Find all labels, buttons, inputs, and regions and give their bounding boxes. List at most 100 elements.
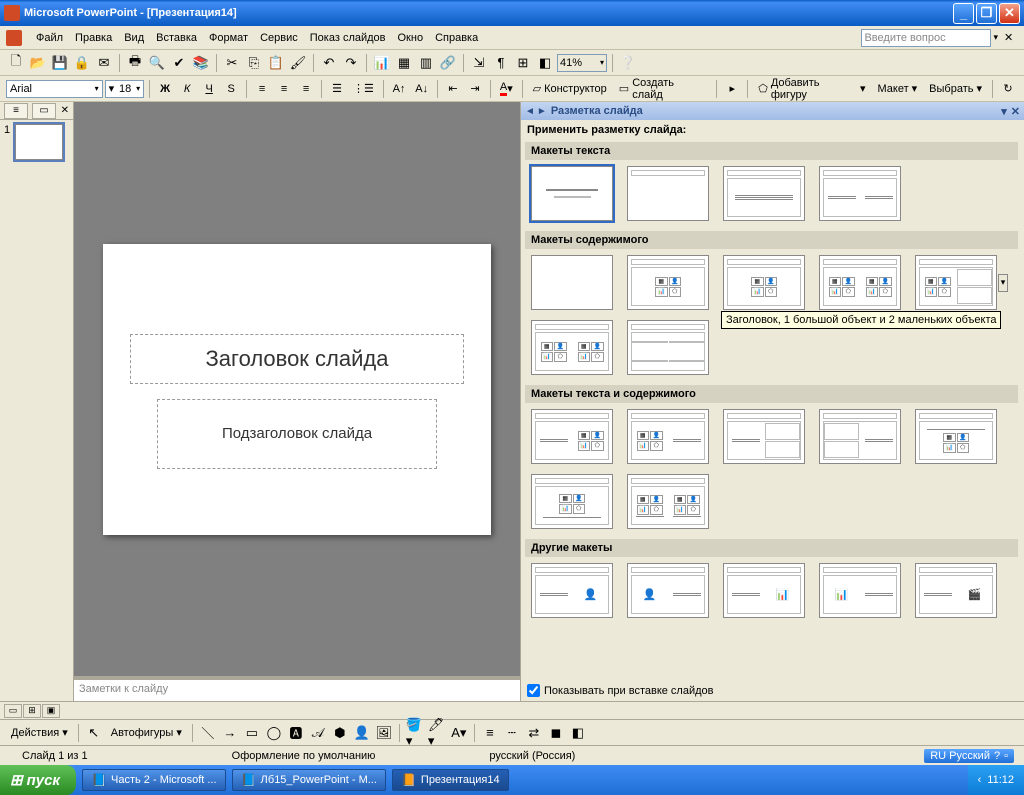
preview-icon[interactable]: 🔍 bbox=[147, 53, 167, 73]
layout-title-content[interactable]: ▦👤📊⬠ bbox=[723, 255, 805, 310]
mdi-close-button[interactable]: ✕ bbox=[1004, 31, 1018, 45]
zoom-combo[interactable]: 41%▾ bbox=[557, 54, 607, 72]
system-tray[interactable]: ‹ 11:12 bbox=[968, 765, 1024, 795]
font-color-icon[interactable]: A▾ bbox=[496, 79, 517, 99]
permission-icon[interactable]: 🔒 bbox=[72, 53, 92, 73]
layout-title-slide[interactable] bbox=[531, 166, 613, 221]
wordart-icon[interactable]: 𝒜 bbox=[308, 723, 328, 743]
task-word2[interactable]: 📘Лб15_PowerPoint - M... bbox=[232, 769, 386, 791]
help-search-input[interactable] bbox=[861, 29, 991, 47]
title-placeholder[interactable]: Заголовок слайда bbox=[130, 334, 464, 384]
layout-tc-3[interactable] bbox=[723, 409, 805, 464]
designer-button[interactable]: ▱ Конструктор bbox=[528, 79, 612, 99]
menu-tools[interactable]: Сервис bbox=[254, 30, 304, 46]
spell-icon[interactable]: ✔ bbox=[169, 53, 189, 73]
copy-icon[interactable]: ⎘ bbox=[244, 53, 264, 73]
font-combo[interactable]: Arial▾ bbox=[6, 80, 103, 98]
layout-tc-2[interactable]: ▦👤📊⬠ bbox=[627, 409, 709, 464]
chart-icon[interactable]: 📊 bbox=[372, 53, 392, 73]
line-icon[interactable]: ＼ bbox=[198, 723, 218, 743]
task-powerpoint[interactable]: 📙Презентация14 bbox=[392, 769, 509, 791]
layout-2content[interactable]: ▦👤📊⬠▦👤📊⬠ bbox=[819, 255, 901, 310]
menu-help[interactable]: Справка bbox=[429, 30, 484, 46]
show-formatting-icon[interactable]: ¶ bbox=[491, 53, 511, 73]
pane-close-icon[interactable]: ✕ bbox=[1011, 105, 1020, 118]
shadow-style-icon[interactable]: ◼ bbox=[546, 723, 566, 743]
close-tabs-icon[interactable]: ✕ bbox=[61, 105, 69, 116]
subtitle-placeholder[interactable]: Подзаголовок слайда bbox=[157, 399, 437, 469]
align-right-icon[interactable]: ≡ bbox=[296, 79, 316, 99]
cut-icon[interactable]: ✂ bbox=[222, 53, 242, 73]
minimize-button[interactable]: _ bbox=[953, 3, 974, 24]
fill-color-icon[interactable]: 🪣▾ bbox=[405, 723, 425, 743]
layout-button[interactable]: Макет ▾ bbox=[873, 79, 923, 99]
italic-button[interactable]: К bbox=[177, 79, 197, 99]
slide-thumbnail-1[interactable] bbox=[15, 124, 63, 160]
slide-canvas[interactable]: Заголовок слайда Подзаголовок слайда bbox=[103, 244, 491, 535]
tray-expand-icon[interactable]: ‹ bbox=[978, 774, 982, 786]
grid-icon[interactable]: ⊞ bbox=[513, 53, 533, 73]
3d-style-icon[interactable]: ◧ bbox=[568, 723, 588, 743]
outline-tab[interactable]: ≡ bbox=[4, 103, 28, 119]
language-bar[interactable]: RU Русский ? ▫ bbox=[924, 749, 1014, 763]
font-color-draw-icon[interactable]: A▾ bbox=[449, 723, 469, 743]
font-size-combo[interactable]: ▾18▾ bbox=[105, 80, 145, 98]
layout-tc-6[interactable]: ▦👤📊⬠ bbox=[531, 474, 613, 529]
save-icon[interactable]: 💾 bbox=[50, 53, 70, 73]
undo-icon[interactable]: ↶ bbox=[319, 53, 339, 73]
layout-title-only[interactable] bbox=[627, 166, 709, 221]
start-button[interactable]: ⊞пуск bbox=[0, 765, 76, 795]
layout-other-3[interactable]: 📊 bbox=[723, 563, 805, 618]
layout-other-4[interactable]: 📊 bbox=[819, 563, 901, 618]
color-grayscale-icon[interactable]: ◧ bbox=[535, 53, 555, 73]
normal-view-icon[interactable]: ▭ bbox=[4, 704, 22, 718]
line-style-icon[interactable]: ≡ bbox=[480, 723, 500, 743]
layout-content[interactable]: ▦👤📊⬠ bbox=[627, 255, 709, 310]
arrow-style-icon[interactable]: ⇄ bbox=[524, 723, 544, 743]
layout-title-2col-text[interactable] bbox=[819, 166, 901, 221]
menu-window[interactable]: Окно bbox=[392, 30, 430, 46]
help-icon[interactable]: ❔ bbox=[618, 53, 638, 73]
lang-restore-icon[interactable]: ▫ bbox=[1004, 750, 1008, 762]
redo-action-icon[interactable]: ↻ bbox=[998, 79, 1018, 99]
pane-dropdown-icon[interactable]: ▾ bbox=[1001, 105, 1007, 118]
paste-icon[interactable]: 📋 bbox=[266, 53, 286, 73]
layout-gallery[interactable]: Макеты текста Макеты содержимого ▦👤📊⬠ ▦👤… bbox=[521, 140, 1024, 680]
slides-tab[interactable]: ▭ bbox=[32, 103, 56, 119]
slideshow-view-icon[interactable]: ▣ bbox=[42, 704, 60, 718]
underline-button[interactable]: Ч bbox=[199, 79, 219, 99]
layout-other-5[interactable]: 🎬 bbox=[915, 563, 997, 618]
align-center-icon[interactable]: ≡ bbox=[274, 79, 294, 99]
restore-button[interactable]: ❐ bbox=[976, 3, 997, 24]
textbox-icon[interactable]: 🅰 bbox=[286, 723, 306, 743]
picture-icon[interactable]: 🖼 bbox=[374, 723, 394, 743]
menu-file[interactable]: Файл bbox=[30, 30, 69, 46]
format-painter-icon[interactable]: 🖌 bbox=[288, 53, 308, 73]
expand-icon[interactable]: ⇲ bbox=[469, 53, 489, 73]
bold-button[interactable]: Ж bbox=[155, 79, 175, 99]
select-button[interactable]: Выбрать ▾ bbox=[924, 79, 987, 99]
layout-blank[interactable] bbox=[531, 255, 613, 310]
numbering-icon[interactable]: ☰ bbox=[327, 79, 347, 99]
menu-edit[interactable]: Правка bbox=[69, 30, 118, 46]
layout-tc-5[interactable]: ▦👤📊⬠ bbox=[915, 409, 997, 464]
dash-style-icon[interactable]: ┄ bbox=[502, 723, 522, 743]
menu-format[interactable]: Формат bbox=[203, 30, 254, 46]
oval-icon[interactable]: ◯ bbox=[264, 723, 284, 743]
show-on-insert-checkbox[interactable] bbox=[527, 684, 540, 697]
bullets-icon[interactable]: ⋮☰ bbox=[349, 79, 378, 99]
help-search[interactable] bbox=[861, 29, 991, 47]
decrease-indent-icon[interactable]: ⇤ bbox=[443, 79, 463, 99]
tables-borders-icon[interactable]: ▥ bbox=[416, 53, 436, 73]
select-tool-icon[interactable]: ↖ bbox=[84, 723, 104, 743]
print-icon[interactable]: 🖶 bbox=[125, 53, 145, 73]
add-shape-button[interactable]: ⬠ Добавить фигуру ▾ bbox=[753, 79, 870, 99]
diagram-icon[interactable]: ⬢ bbox=[330, 723, 350, 743]
clipart-icon[interactable]: 👤 bbox=[352, 723, 372, 743]
close-button[interactable]: ✕ bbox=[999, 3, 1020, 24]
pane-back-icon[interactable]: ◄ bbox=[525, 106, 535, 117]
open-icon[interactable]: 📂 bbox=[28, 53, 48, 73]
align-left-icon[interactable]: ≡ bbox=[252, 79, 272, 99]
sorter-view-icon[interactable]: ⊞ bbox=[23, 704, 41, 718]
layout-tc-4[interactable] bbox=[819, 409, 901, 464]
